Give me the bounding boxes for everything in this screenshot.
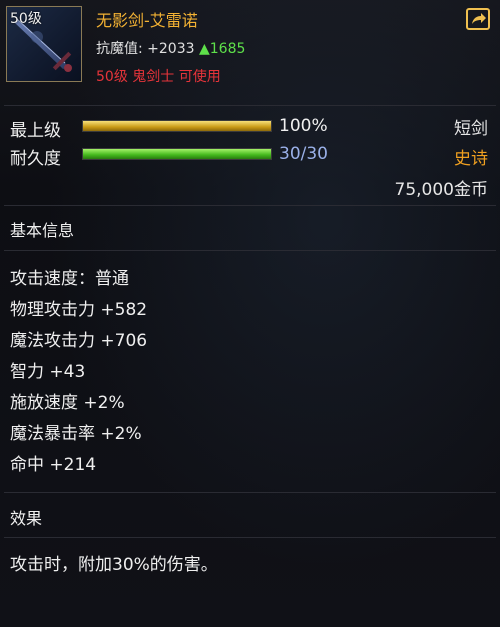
usage-requirement: 50级 鬼剑士 可使用 [96,69,221,85]
stat-line: 智力 +43 [10,362,86,382]
divider [4,105,496,106]
grade-bar [82,120,272,132]
divider [4,537,496,538]
magic-resistance-gain: ▲1685 [198,41,246,57]
magic-resistance-value: +2033 [147,41,195,57]
item-icon-frame: 50级 [6,6,82,82]
price: 75,000金币 [394,180,488,200]
stat-line: 魔法攻击力 +706 [10,331,148,351]
grade-bar-fill [83,121,271,131]
durability-value: 30/30 [279,144,328,164]
stat-line: 魔法暴击率 +2% [10,424,142,444]
effect-title: 效果 [10,509,43,528]
divider [4,492,496,493]
durability-bar [82,148,272,160]
share-button[interactable] [466,8,490,30]
effect-text: 攻击时，附加30%的伤害。 [10,555,218,575]
item-tooltip: 50级 无影剑-艾雷诺 抗魔值: +2033 ▲1685 50级 鬼剑士 可使用… [0,0,500,627]
divider [4,250,496,251]
stat-line: 命中 +214 [10,455,97,475]
grade-percent: 100% [279,116,328,136]
stat-line: 施放速度 +2% [10,393,125,413]
share-icon [472,13,486,24]
magic-resistance: 抗魔值: +2033 ▲1685 [96,38,245,58]
grade-label: 最上级 [10,121,61,141]
weapon-type: 短剑 [454,119,488,139]
stat-line: 物理攻击力 +582 [10,300,148,320]
stat-line: 攻击速度：普通 [10,269,129,289]
rarity: 史诗 [454,149,488,169]
item-level-tag: 50级 [10,11,42,27]
durability-label: 耐久度 [10,149,61,169]
divider [4,205,496,206]
durability-bar-fill [83,149,271,159]
basic-info-title: 基本信息 [10,221,75,240]
item-name: 无影剑-艾雷诺 [96,11,198,30]
magic-resistance-label: 抗魔值: [96,41,143,57]
